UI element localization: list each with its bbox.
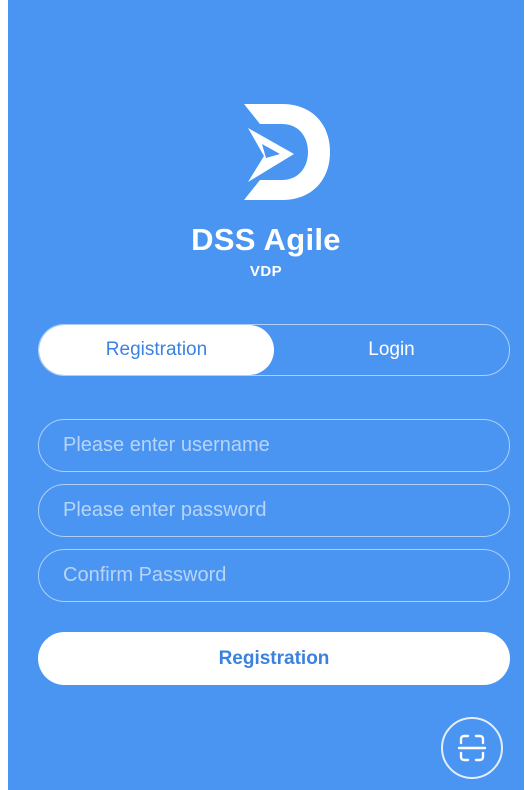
app-subtitle: VDP bbox=[249, 263, 283, 280]
scan-button[interactable] bbox=[441, 717, 503, 779]
registration-screen: DSS Agile VDP Registration Login Registr… bbox=[8, 0, 524, 790]
auth-mode-switch: Registration Login bbox=[38, 324, 510, 376]
device-frame: DSS Agile VDP Registration Login Registr… bbox=[0, 0, 525, 790]
password-input[interactable] bbox=[38, 484, 510, 537]
dss-logo-icon bbox=[244, 104, 330, 200]
username-input[interactable] bbox=[38, 419, 510, 472]
qr-scan-icon bbox=[457, 734, 487, 762]
tab-registration[interactable]: Registration bbox=[39, 325, 274, 375]
registration-submit-button[interactable]: Registration bbox=[38, 632, 510, 685]
tab-login[interactable]: Login bbox=[274, 325, 509, 375]
confirm-password-input[interactable] bbox=[38, 549, 510, 602]
app-title: DSS Agile bbox=[191, 222, 341, 257]
